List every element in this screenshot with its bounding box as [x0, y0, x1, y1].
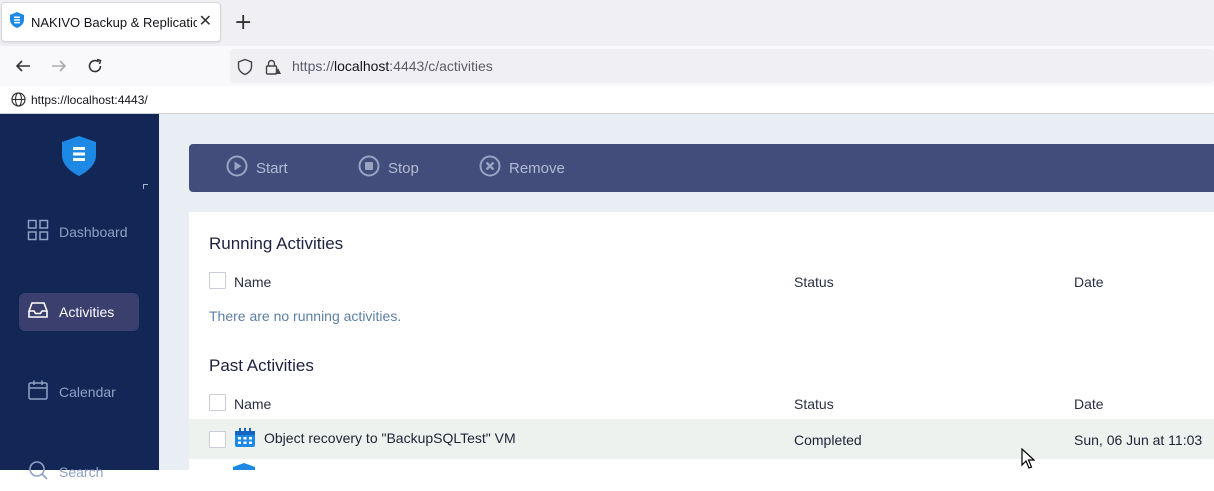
remove-label: Remove [509, 159, 565, 177]
start-label: Start [256, 159, 288, 177]
search-icon [27, 459, 49, 486]
table-row[interactable]: Object recovery to "BackupSQLTest" VM Co… [189, 419, 1214, 459]
row-name[interactable]: Object recovery to "BackupSQLTest" VM [264, 430, 516, 446]
stop-label: Stop [388, 159, 419, 177]
browser-tab-bar: NAKIVO Backup & Replication ✕ + [0, 0, 1214, 46]
shield-favicon-icon [10, 11, 24, 33]
sidebar-item-label: Search [59, 464, 104, 480]
browser-tab[interactable]: NAKIVO Backup & Replication ✕ [1, 2, 221, 42]
inbox-icon [27, 299, 49, 326]
past-col-status[interactable]: Status [794, 396, 834, 412]
running-activities-title: Running Activities [209, 234, 344, 253]
browser-navbar: https://localhost:4443/c/activities [0, 46, 1214, 86]
forward-icon[interactable] [47, 54, 71, 78]
new-tab-icon[interactable]: + [234, 11, 252, 35]
row-date: Sun, 06 Jun at 11:03 [1074, 432, 1203, 448]
past-select-all-checkbox[interactable] [209, 394, 226, 411]
sidebar-item-calendar[interactable]: Calendar [19, 373, 139, 411]
stop-button[interactable]: Stop [358, 155, 419, 182]
sidebar-item-dashboard[interactable]: Dashboard [19, 213, 139, 251]
next-row-icon [233, 463, 255, 470]
shield-icon[interactable] [236, 58, 254, 81]
row-checkbox[interactable] [209, 431, 226, 448]
collapse-corner-icon[interactable] [143, 184, 148, 189]
past-activities-title: Past Activities [209, 356, 314, 375]
past-col-name[interactable]: Name [234, 396, 271, 412]
status-url: https://localhost:4443/ [31, 93, 148, 107]
activities-toolbar: Start Stop Remove [189, 144, 1214, 192]
past-col-date[interactable]: Date [1074, 396, 1104, 412]
address-bar[interactable]: https://localhost:4443/c/activities [230, 49, 1214, 83]
url-path: :4443/c/activities [389, 58, 493, 74]
grid-icon [27, 219, 49, 246]
running-col-date[interactable]: Date [1074, 274, 1104, 290]
sidebar-item-activities[interactable]: Activities [19, 293, 139, 331]
calendar-icon [27, 379, 49, 406]
running-col-status[interactable]: Status [794, 274, 834, 290]
start-button[interactable]: Start [226, 155, 288, 182]
remove-circle-icon [479, 155, 501, 182]
nakivo-logo-icon[interactable] [62, 136, 96, 181]
sidebar-item-search[interactable]: Search [19, 453, 139, 491]
link-status-bar: https://localhost:4443/ [0, 86, 1214, 114]
running-col-name[interactable]: Name [234, 274, 271, 290]
main-content: Start Stop Remove Running Activities Nam… [159, 114, 1214, 470]
sidebar: Dashboard Activities Calendar Search [0, 114, 159, 480]
back-icon[interactable] [11, 54, 35, 78]
remove-button[interactable]: Remove [479, 155, 565, 182]
tab-title: NAKIVO Backup & Replication [31, 14, 197, 30]
url-host: localhost [334, 58, 390, 74]
url-text[interactable]: https://localhost:4443/c/activities [292, 58, 493, 74]
url-scheme: https:// [292, 58, 335, 74]
close-tab-icon[interactable]: ✕ [199, 13, 212, 31]
play-circle-icon [226, 155, 248, 182]
globe-icon [11, 92, 26, 112]
activities-panel: Running Activities Name Status Date Ther… [189, 212, 1214, 470]
reload-icon[interactable] [83, 54, 107, 78]
running-select-all-checkbox[interactable] [209, 272, 226, 289]
sidebar-item-label: Calendar [59, 384, 116, 400]
sidebar-item-label: Activities [59, 304, 115, 320]
row-status: Completed [794, 432, 862, 448]
mouse-cursor-icon [1021, 447, 1036, 475]
running-empty-message: There are no running activities. [209, 308, 402, 324]
sidebar-item-label: Dashboard [59, 224, 128, 240]
stop-circle-icon [358, 155, 380, 182]
recovery-job-icon [233, 426, 257, 455]
lock-warning-icon[interactable] [264, 58, 282, 81]
